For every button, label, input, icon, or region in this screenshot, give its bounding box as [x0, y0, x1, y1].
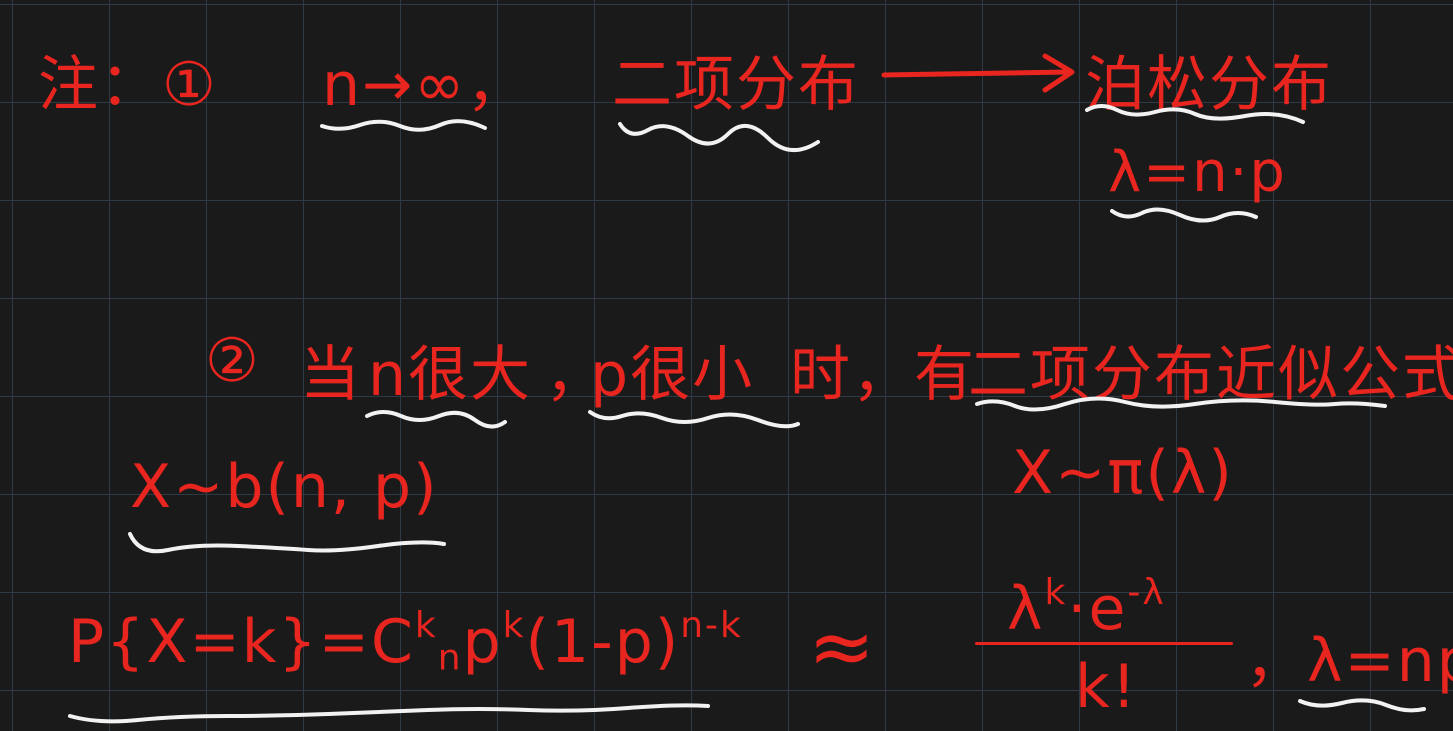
underline-lambda-np — [1298, 698, 1426, 713]
probability-expression: P{X=k}= — [68, 607, 371, 678]
combination-sub: n — [437, 637, 463, 679]
fraction-denominator: k! — [1075, 652, 1138, 722]
note2-then: 时，有 — [790, 340, 976, 410]
underline-lambda — [1110, 207, 1258, 223]
n-large-label: n很大 — [368, 340, 533, 410]
combination-sup: k — [414, 605, 438, 646]
poisson-fraction: λk·e-λ k! — [975, 560, 1235, 722]
combination-symbol: C — [370, 607, 415, 678]
one-minus-p: (1-p) — [525, 607, 681, 678]
one-minus-p-exponent: n-k — [680, 605, 743, 646]
lambda-definition: λ=n·p — [1108, 140, 1287, 205]
p-exponent: k — [502, 605, 526, 646]
arrow-right-icon — [881, 53, 1075, 93]
fraction-bar — [975, 642, 1233, 645]
p-small-label: p很小 — [590, 340, 755, 410]
note2-when: 当 — [300, 340, 362, 410]
underline-n-large — [365, 410, 507, 429]
numerator-e: ·e — [1067, 574, 1128, 645]
note2-marker: ② — [205, 326, 261, 396]
underline-n-infinity — [320, 119, 487, 132]
approx-sign: ≈ — [808, 600, 878, 693]
fraction-numerator: λk·e-λ — [1007, 572, 1166, 644]
underline-p-small — [588, 410, 800, 429]
underline-binomial — [618, 122, 820, 152]
underline-approx-formula — [975, 396, 1387, 412]
note-condition: n→∞， — [322, 50, 529, 120]
numerator-e-exp: -λ — [1127, 572, 1166, 613]
poisson-distribution: X~π(λ) — [1012, 438, 1234, 508]
note-prefix: 注：① — [38, 50, 218, 120]
binomial-distribution: X~b(n, p) — [130, 452, 439, 522]
underline-formula — [68, 703, 710, 724]
underline-poisson — [1085, 104, 1305, 124]
p-term: p — [462, 607, 503, 678]
numerator-lambda: λ — [1007, 574, 1045, 645]
formula-lhs: P{X=k}=Cknpk(1-p)n-k — [68, 605, 743, 678]
underline-binomial-distribution — [128, 532, 446, 554]
lambda-np: ，λ=np — [1245, 626, 1453, 696]
numerator-lambda-exp: k — [1044, 572, 1068, 613]
binomial-label: 二项分布 — [612, 50, 860, 120]
